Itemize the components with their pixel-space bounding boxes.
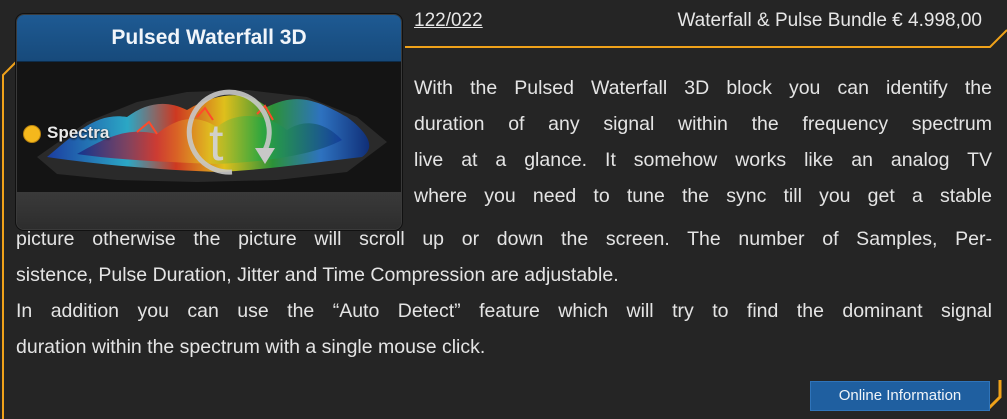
description-line-4: where you need to tune the sync till you…	[414, 185, 992, 207]
block-card: Pulsed Waterfall 3D t Spectra	[16, 14, 402, 230]
article-number-link[interactable]: 122/022	[414, 10, 483, 32]
online-information-button[interactable]: Online Information	[810, 381, 990, 411]
spectra-port-icon	[23, 125, 41, 143]
description-line-2: duration of any signal within the freque…	[414, 113, 992, 135]
description-line-1: With the Pulsed Waterfall 3D block you c…	[414, 77, 992, 99]
description-line-3: live at a glance. It somehow works like …	[414, 149, 992, 171]
description-line-5: picture otherwise the picture will scrol…	[16, 228, 992, 250]
spectra-port-label: Spectra	[47, 123, 110, 142]
bundle-price: Waterfall & Pulse Bundle € 4.998,00	[677, 10, 982, 31]
svg-text:t: t	[209, 114, 224, 172]
description-line-7: In addition you can use the “Auto Detect…	[16, 300, 992, 322]
block-title: Pulsed Waterfall 3D	[17, 15, 401, 62]
description-line-8: duration within the spectrum with a sing…	[16, 336, 486, 358]
description-line-6: sistence, Pulse Duration, Jitter and Tim…	[16, 264, 619, 286]
